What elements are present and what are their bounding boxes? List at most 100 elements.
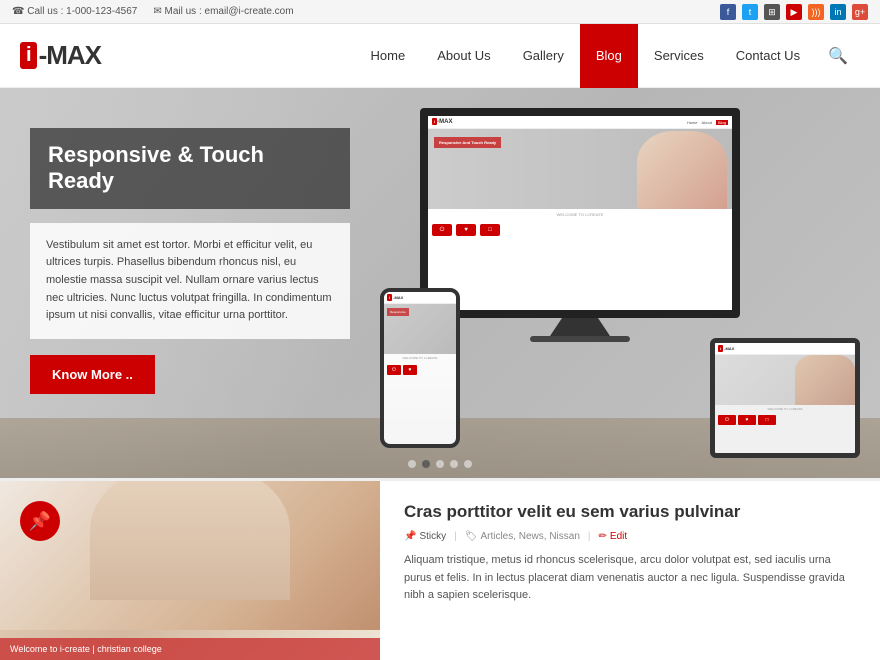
phone-logo-i: i [387, 294, 392, 301]
youtube-icon[interactable]: ▶ [786, 4, 802, 20]
dot-2[interactable] [422, 460, 430, 468]
hero-content: Responsive & Touch Ready Vestibulum sit … [30, 128, 350, 394]
phone-icons-mini: ⏻ ♥ [384, 362, 456, 378]
tablet-icon-2: ♥ [738, 415, 756, 425]
phone-text: Call us : 1-000-123-4567 [27, 6, 137, 17]
hero-section: Responsive & Touch Ready Vestibulum sit … [0, 88, 880, 478]
blog-content: Cras porttitor velit eu sem varius pulvi… [380, 481, 880, 660]
meta-divider-2: | [588, 531, 591, 542]
phone-screen-inner: i-MAX Responsive WELCOME TO I-CREATE ⏻ ♥ [384, 292, 456, 444]
main-nav: Home About Us Gallery Blog Services Cont… [355, 24, 860, 88]
top-bar-contact: ☎ Call us : 1-000-123-4567 ✉ Mail us : e… [12, 6, 294, 17]
dot-1[interactable] [408, 460, 416, 468]
hero-title-box: Responsive & Touch Ready [30, 128, 350, 209]
sticky-label: Sticky [419, 531, 446, 542]
blog-overlay-text: Welcome to i-create | christian college [10, 644, 162, 654]
social-icons: f t ⊞ ▶ ))) in g+ [720, 4, 868, 20]
screen-welcome-text: WELCOME TO I-CREATE [428, 209, 732, 220]
header: i -MAX Home About Us Gallery Blog Servic… [0, 24, 880, 88]
nav-services[interactable]: Services [638, 24, 720, 88]
blog-excerpt: Aliquam tristique, metus id rhoncus scel… [404, 552, 856, 605]
edit-icon: ✏ [599, 531, 607, 542]
screen-logo-i-mini: i [432, 118, 437, 125]
hero-title: Responsive & Touch Ready [48, 142, 332, 195]
nav-contact[interactable]: Contact Us [720, 24, 816, 88]
twitter-icon[interactable]: t [742, 4, 758, 20]
facebook-icon[interactable]: f [720, 4, 736, 20]
tablet-girl-image [795, 355, 855, 405]
phone-info: ☎ Call us : 1-000-123-4567 [12, 6, 137, 17]
blog-edit-link[interactable]: ✏ Edit [599, 531, 628, 542]
tablet-icon-3: □ [758, 415, 776, 425]
rss-icon[interactable]: ))) [808, 4, 824, 20]
windows-icon[interactable]: ⊞ [764, 4, 780, 20]
tablet-hero-mini [715, 355, 855, 405]
logo[interactable]: i -MAX [20, 40, 101, 71]
monitor-stand [550, 318, 610, 336]
phone-icon-1: ⏻ [387, 365, 401, 375]
nav-about[interactable]: About Us [421, 24, 506, 88]
blog-post-title: Cras porttitor velit eu sem varius pulvi… [404, 501, 856, 523]
screen-hero-mini: Responsive And Touch Ready [428, 129, 732, 209]
meta-divider-1: | [454, 531, 457, 542]
screen-icon-2: ♥ [456, 224, 476, 236]
logo-text: -MAX [39, 40, 101, 71]
devices-area: i-MAX HomeAboutBlog Responsive And Touch… [320, 98, 860, 468]
phone-welcome-text: WELCOME TO I-CREATE [384, 354, 456, 362]
monitor-screen: i-MAX HomeAboutBlog Responsive And Touch… [420, 108, 740, 318]
screen-icon-3: □ [480, 224, 500, 236]
blog-sticky-badge: 📌 Sticky [404, 531, 446, 542]
search-icon[interactable]: 🔍 [816, 46, 860, 66]
tag-labels: Articles, News, Nissan [480, 531, 579, 542]
blog-pin-button[interactable]: 📌 [20, 501, 60, 541]
phone-mockup: i-MAX Responsive WELCOME TO I-CREATE ⏻ ♥ [380, 288, 460, 448]
sticky-pin-icon: 📌 [404, 531, 416, 542]
nav-home[interactable]: Home [355, 24, 422, 88]
screen-bottom-icons: ⏻ ♥ □ [428, 220, 732, 240]
phone-hero-mini: Responsive [384, 304, 456, 354]
nav-gallery[interactable]: Gallery [507, 24, 580, 88]
phone-hero-text-mini: Responsive [387, 308, 409, 316]
screen-content: i-MAX HomeAboutBlog Responsive And Touch… [428, 116, 732, 310]
blog-girl-bg [0, 481, 380, 630]
screen-logo-mini: i-MAX [432, 119, 452, 125]
screen-icon-1: ⏻ [432, 224, 452, 236]
linkedin-icon[interactable]: in [830, 4, 846, 20]
screen-nav-mini: HomeAboutBlog [687, 120, 728, 125]
tablet-icons-mini: ⏻ ♥ □ [715, 413, 855, 427]
googleplus-icon[interactable]: g+ [852, 4, 868, 20]
nav-blog[interactable]: Blog [580, 24, 638, 88]
tablet-welcome-text: WELCOME TO I-CREATE [715, 405, 855, 413]
tablet-header: i-MAX [715, 343, 855, 355]
know-more-button[interactable]: Know More .. [30, 355, 155, 394]
hero-carousel-dots [408, 460, 472, 468]
email-text: Mail us : email@i-create.com [165, 6, 294, 17]
edit-label: Edit [610, 531, 627, 542]
phone-icon: ☎ [12, 6, 24, 17]
email-icon: ✉ [153, 6, 161, 17]
logo-i: i [20, 42, 37, 69]
dot-5[interactable] [464, 460, 472, 468]
blog-meta: 📌 Sticky | 🏷 Articles, News, Nissan | ✏ … [404, 531, 856, 542]
email-info: ✉ Mail us : email@i-create.com [153, 6, 293, 17]
hero-text-box: Vestibulum sit amet est tortor. Morbi et… [30, 223, 350, 339]
phone-screen: i-MAX Responsive WELCOME TO I-CREATE ⏻ ♥ [384, 292, 456, 444]
top-bar: ☎ Call us : 1-000-123-4567 ✉ Mail us : e… [0, 0, 880, 24]
tablet-logo-i: i [718, 345, 723, 352]
blog-section: 📌 Welcome to i-create | christian colleg… [0, 478, 880, 660]
screen-header: i-MAX HomeAboutBlog [428, 116, 732, 129]
monitor-base [530, 336, 630, 342]
blog-tags: 🏷 Articles, News, Nissan [465, 531, 580, 542]
blog-image-overlay: Welcome to i-create | christian college [0, 638, 380, 660]
tag-icon: 🏷 [465, 531, 478, 542]
phone-icon-2: ♥ [403, 365, 417, 375]
hero-body-text: Vestibulum sit amet est tortor. Morbi et… [46, 237, 334, 325]
dot-3[interactable] [436, 460, 444, 468]
blog-girl-silhouette [90, 481, 290, 600]
screen-hero-title-mini: Responsive And Touch Ready [434, 137, 501, 148]
screen-girl-image [637, 131, 727, 209]
tablet-screen: i-MAX WELCOME TO I-CREATE ⏻ ♥ □ [715, 343, 855, 453]
phone-header: i-MAX [384, 292, 456, 304]
dot-4[interactable] [450, 460, 458, 468]
tablet-icon-1: ⏻ [718, 415, 736, 425]
